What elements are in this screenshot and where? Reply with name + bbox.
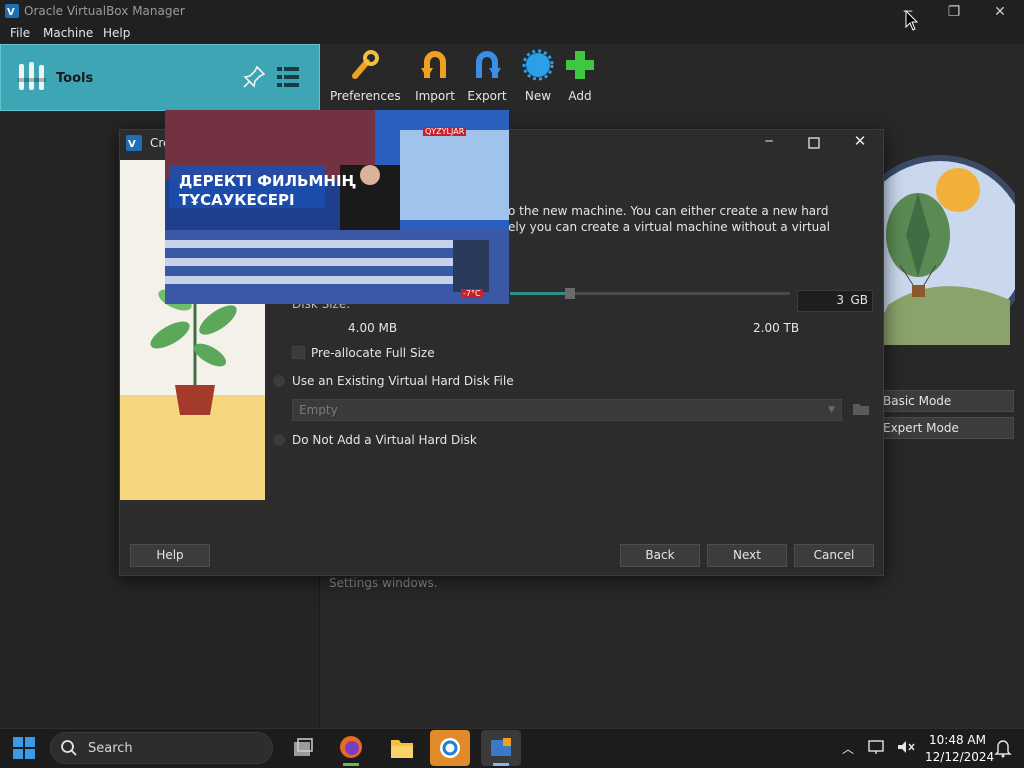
close-button[interactable]: ✕ (977, 0, 1023, 24)
video-overlay-window[interactable]: ДЕРЕКТІ ФИЛЬМНІҢ ТҰСАУКЕСЕРІ QYZYLJAR -7… (165, 110, 509, 304)
file-explorer-icon[interactable] (382, 730, 422, 766)
folder-icon[interactable] (851, 399, 871, 419)
firefox-taskbar-icon[interactable] (331, 730, 371, 766)
network-icon[interactable] (867, 738, 887, 756)
clock-date[interactable]: 12/12/2024 (925, 750, 994, 764)
taskbar-search-box[interactable] (50, 732, 273, 764)
chevron-up-icon[interactable]: ︿ (842, 740, 856, 756)
basic-mode-button[interactable]: Basic Mode (876, 390, 1014, 412)
tools-item[interactable] (0, 44, 320, 111)
svg-text:V: V (128, 139, 136, 150)
preferences-icon (352, 50, 379, 79)
preallocate-label: Pre-allocate Full Size (311, 346, 435, 360)
tools-icon (16, 60, 48, 94)
new-starburst-icon (522, 49, 554, 81)
menu-machine[interactable]: Machine (43, 26, 93, 40)
add-plus-icon (566, 51, 594, 79)
help-button[interactable]: Help (130, 544, 210, 567)
taskbar-search-label: Search (88, 741, 133, 756)
app-sync-taskbar-icon[interactable] (430, 730, 470, 766)
min-size-label: 4.00 MB (348, 321, 398, 335)
import-button[interactable]: Import (412, 48, 458, 108)
disk-size-value: 3 (836, 293, 844, 307)
notification-bell-icon[interactable] (994, 738, 1012, 758)
dialog-intro-line1: o the new machine. You can either create… (508, 204, 829, 218)
disk-size-slider-handle[interactable] (565, 288, 575, 299)
volume-muted-icon[interactable] (896, 738, 916, 756)
restore-button[interactable]: ❐ (931, 0, 977, 24)
windows-start-icon[interactable] (12, 736, 36, 760)
cancel-button[interactable]: Cancel (794, 544, 874, 567)
existing-disk-combo-value: Empty (299, 403, 338, 417)
new-button[interactable]: New (518, 48, 558, 108)
search-icon (60, 739, 78, 757)
disk-size-unit: GB (850, 293, 868, 307)
settings-hint-text: Settings windows. (329, 576, 438, 590)
virtualbox-taskbar-icon[interactable] (481, 730, 521, 766)
import-icon (421, 51, 446, 78)
add-label: Add (568, 89, 592, 103)
disk-size-input[interactable]: 3 GB (797, 290, 873, 312)
no-disk-label: Do Not Add a Virtual Hard Disk (292, 433, 477, 447)
task-view-icon[interactable] (282, 730, 322, 766)
back-button[interactable]: Back (620, 544, 700, 567)
list-menu-icon[interactable] (275, 64, 301, 90)
no-disk-radio[interactable] (273, 434, 285, 446)
export-icon (476, 51, 501, 78)
new-label: New (524, 89, 552, 103)
preallocate-checkbox[interactable] (292, 346, 305, 359)
existing-disk-combo[interactable]: Empty ▼ (292, 399, 842, 421)
expert-mode-button[interactable]: Expert Mode (876, 417, 1014, 439)
window-title: Oracle VirtualBox Manager (24, 4, 185, 18)
dialog-intro-line2: ely you can create a virtual machine wit… (508, 220, 830, 234)
virtualbox-logo-icon: V (4, 3, 20, 19)
max-size-label: 2.00 TB (753, 321, 800, 335)
disk-size-slider-fill (510, 292, 568, 295)
menu-file[interactable]: File (10, 26, 30, 40)
video-temperature-badge: -7°C (461, 289, 483, 298)
chevron-down-icon: ▼ (828, 405, 835, 415)
video-headline-line1: ДЕРЕКТІ ФИЛЬМНІҢ (179, 172, 356, 190)
svg-text:V: V (7, 7, 15, 18)
video-channel-badge: QYZYLJAR (423, 127, 467, 136)
add-button[interactable]: Add (560, 48, 600, 108)
mouse-cursor-icon (905, 9, 919, 32)
pin-icon[interactable] (241, 64, 267, 90)
menu-bar (0, 24, 1024, 44)
dialog-vbox-icon: V (125, 134, 143, 152)
dialog-minimize-button[interactable]: ─ (756, 134, 782, 152)
use-existing-label: Use an Existing Virtual Hard Disk File (292, 374, 514, 388)
preferences-button[interactable]: Preferences (330, 48, 401, 108)
tools-label: Tools (56, 71, 94, 86)
dialog-maximize-button[interactable] (803, 134, 825, 152)
export-label: Export (467, 89, 507, 103)
next-button[interactable]: Next (707, 544, 787, 567)
video-headline-line2: ТҰСАУКЕСЕРІ (179, 191, 295, 209)
use-existing-radio[interactable] (273, 375, 285, 387)
menu-help[interactable]: Help (103, 26, 130, 40)
clock-time[interactable]: 10:48 AM (929, 733, 986, 747)
dialog-close-button[interactable]: ✕ (848, 132, 872, 154)
preferences-label: Preferences (330, 89, 401, 103)
import-label: Import (415, 89, 455, 103)
welcome-balloon-illustration (848, 150, 1024, 345)
export-button[interactable]: Export (464, 48, 510, 108)
